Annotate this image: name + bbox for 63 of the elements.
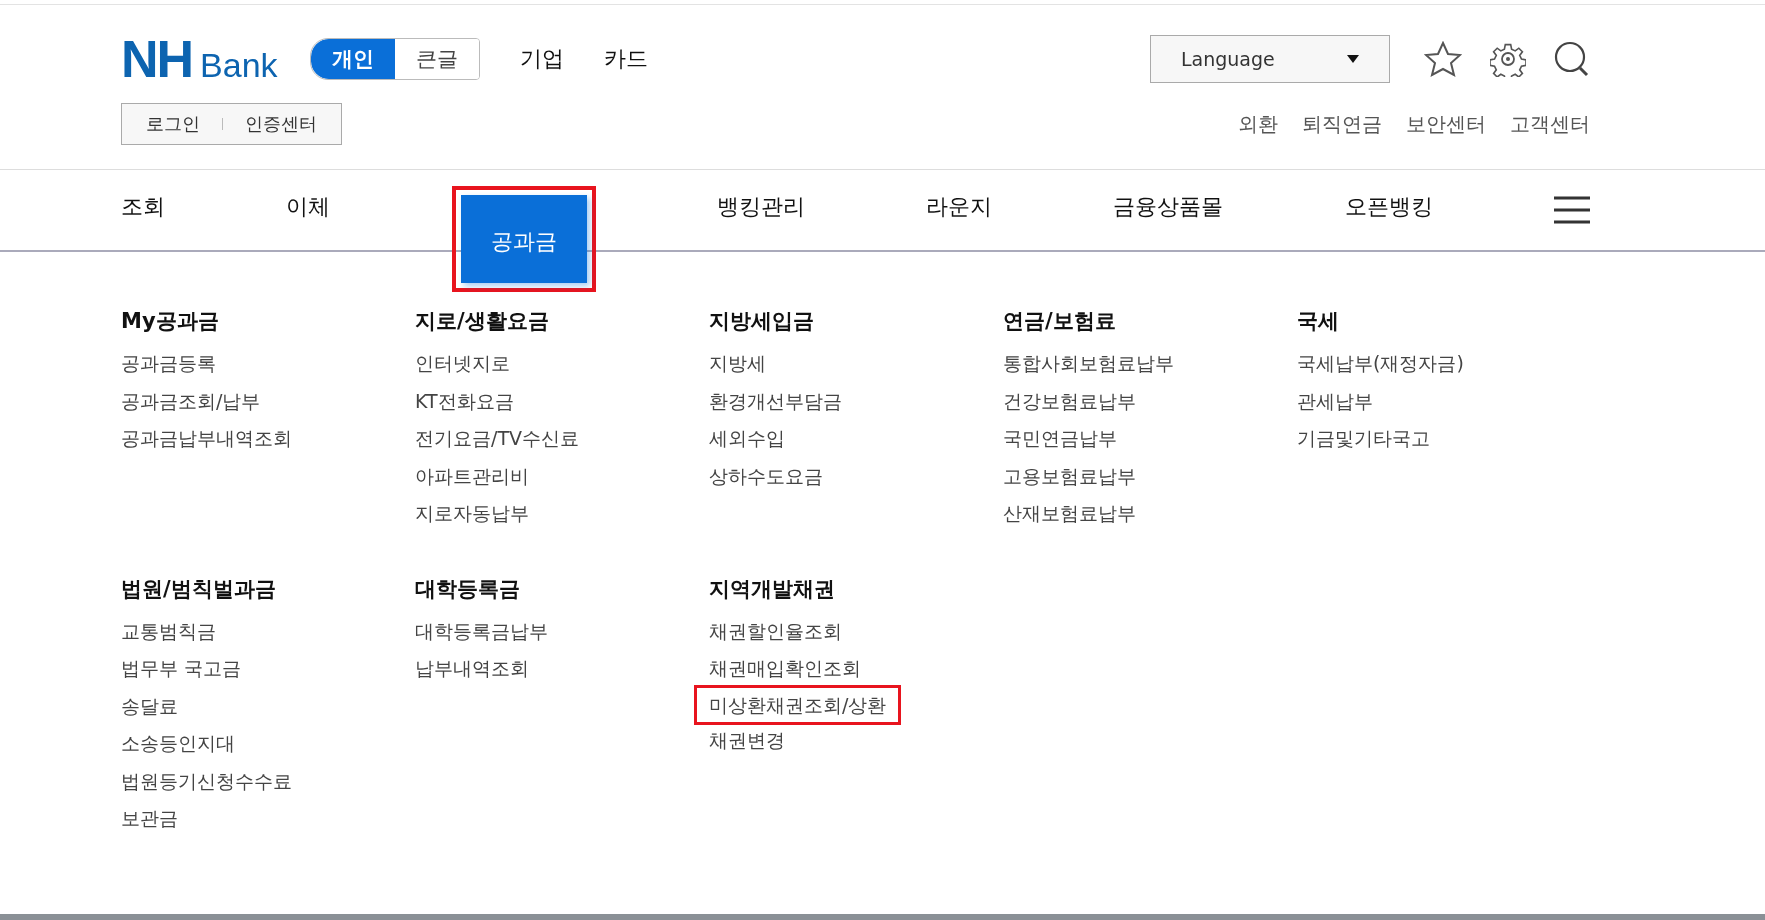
star-icon[interactable] (1424, 41, 1462, 77)
nav-tab[interactable]: 금융상품몰 (1113, 192, 1224, 222)
menu-heading: 지역개발채권 (709, 575, 835, 603)
menu-heading: 법원/범칙벌과금 (121, 575, 276, 603)
nav-tab[interactable]: 조회 (121, 192, 165, 222)
menu-link[interactable]: 지로자동납부 (415, 495, 529, 533)
menu-link[interactable]: 공과금등록 (121, 345, 216, 383)
menu-link[interactable]: 인터넷지로 (415, 345, 510, 383)
menu-link[interactable]: 교통범칙금 (121, 612, 216, 650)
menu-link[interactable]: 소송등인지대 (121, 725, 235, 763)
utility-link[interactable]: 보안센터 (1406, 110, 1486, 138)
menu-heading: 대학등록금 (415, 575, 520, 603)
menu-link[interactable]: 상하수도요금 (709, 457, 823, 495)
bank-logo[interactable]: NH Bank (121, 33, 278, 85)
nav-tab[interactable]: 뱅킹관리 (716, 192, 805, 222)
menu-link[interactable]: 국민연금납부 (1003, 420, 1117, 458)
menu-link[interactable]: 지방세 (709, 345, 766, 383)
menu-link[interactable]: 기금및기타국고 (1297, 420, 1430, 458)
caret-icon (1347, 55, 1359, 63)
utility-link[interactable]: 고객센터 (1510, 110, 1590, 138)
menu-link[interactable]: 법원등기신청수수료 (121, 762, 292, 800)
menu-link[interactable]: 전기요금/TV수신료 (415, 420, 579, 458)
menu-heading: 지방세입금 (709, 308, 814, 335)
menu-link[interactable]: 대학등록금납부 (415, 612, 548, 650)
auth-link[interactable]: 로그인 (146, 112, 200, 136)
nav-tab[interactable]: 라운지 (926, 192, 993, 222)
top-link[interactable]: 기업 (519, 44, 564, 74)
menu-heading: My공과금 (121, 308, 219, 335)
menu-link[interactable]: 세외수입 (709, 420, 785, 458)
nav-tab[interactable]: 이체 (286, 192, 331, 222)
menu-link[interactable]: 환경개선부담금 (709, 382, 842, 420)
search-icon[interactable] (1554, 41, 1590, 77)
mode-tab[interactable]: 개인 (310, 39, 395, 79)
utility-link[interactable]: 외환 (1238, 110, 1278, 138)
menu-icon[interactable] (1553, 196, 1590, 224)
menu-link[interactable]: 채권할인율조회 (709, 612, 842, 650)
menu-link[interactable]: 공과금납부내역조회 (121, 420, 292, 458)
menu-link[interactable]: KT전화요금 (415, 382, 514, 420)
menu-link[interactable]: 고용보험료납부 (1003, 457, 1136, 495)
menu-link[interactable]: 채권변경 (709, 721, 785, 759)
menu-link[interactable]: 국세납부(재정자금) (1297, 345, 1464, 383)
menu-link[interactable]: 납부내역조회 (415, 650, 529, 688)
settings-icon[interactable] (1490, 41, 1526, 77)
utility-link[interactable]: 퇴직연금 (1302, 110, 1382, 138)
menu-heading: 지로/생활요금 (415, 308, 549, 335)
menu-link[interactable]: 법무부 국고금 (121, 650, 242, 688)
auth-link[interactable]: 인증센터 (245, 112, 317, 136)
top-link[interactable]: 카드 (603, 44, 648, 74)
language-dropdown[interactable]: Language (1150, 35, 1390, 83)
menu-link[interactable]: 공과금조회/납부 (121, 382, 261, 420)
menu-link[interactable]: 통합사회보험료납부 (1003, 345, 1174, 383)
nav-tab[interactable]: 공과금 (460, 195, 587, 283)
menu-link[interactable]: 보관금 (121, 800, 178, 838)
menu-link[interactable]: 미상환채권조회/상환 (697, 687, 899, 722)
menu-heading: 연금/보험료 (1003, 308, 1116, 335)
menu-link[interactable]: 아파트관리비 (415, 457, 529, 495)
menu-heading: 국세 (1297, 308, 1339, 335)
menu-link[interactable]: 송달료 (121, 687, 178, 725)
menu-link[interactable]: 건강보험료납부 (1003, 382, 1136, 420)
menu-link[interactable]: 산재보험료납부 (1003, 495, 1136, 533)
menu-link[interactable]: 관세납부 (1297, 382, 1373, 420)
menu-link[interactable]: 채권매입확인조회 (709, 650, 861, 688)
nav-tab[interactable]: 오픈뱅킹 (1344, 192, 1433, 222)
